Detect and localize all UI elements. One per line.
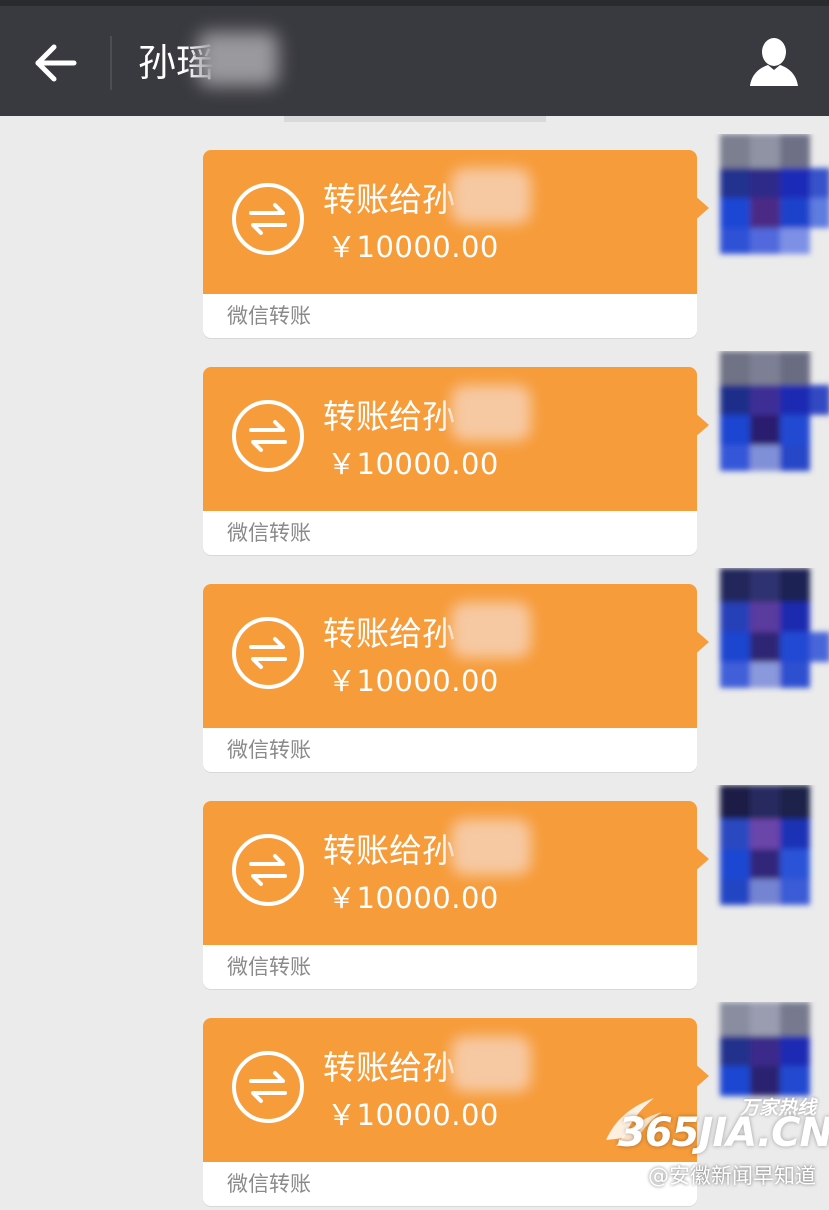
status-edge xyxy=(0,0,829,6)
message-row: 转账给孙 ￥10000.00 微信转账 xyxy=(0,134,829,342)
transfer-icon xyxy=(232,400,304,472)
weibo-icon xyxy=(618,1165,643,1185)
arrow-left-icon xyxy=(35,44,77,82)
chat-info-button[interactable] xyxy=(744,34,804,90)
name-redaction xyxy=(451,602,531,658)
message-row: 转账给孙 ￥10000.00 微信转账 xyxy=(0,351,829,559)
message-row: 转账给孙 ￥10000.00 微信转账 xyxy=(0,785,829,993)
scroll-indicator xyxy=(284,116,546,122)
transfer-title: 转账给孙 xyxy=(323,1048,455,1087)
name-redaction xyxy=(451,1036,531,1092)
avatar[interactable] xyxy=(706,785,829,911)
transfer-card[interactable]: 转账给孙 ￥10000.00 微信转账 xyxy=(203,801,697,989)
transfer-footer-label: 微信转账 xyxy=(227,304,311,328)
avatar[interactable] xyxy=(706,351,829,477)
transfer-footer-label: 微信转账 xyxy=(227,1172,311,1196)
title-bar: 孙瑶 xyxy=(0,0,829,116)
transfer-card[interactable]: 转账给孙 ￥10000.00 微信转账 xyxy=(203,150,697,338)
name-redaction xyxy=(451,168,531,224)
name-redaction xyxy=(451,819,531,875)
transfer-card-header: 转账给孙 ￥10000.00 xyxy=(203,584,697,728)
avatar[interactable] xyxy=(706,568,829,694)
transfer-footer-label: 微信转账 xyxy=(227,738,311,762)
transfer-title: 转账给孙 xyxy=(323,397,455,436)
title-divider xyxy=(110,36,112,90)
transfer-card-header: 转账给孙 ￥10000.00 xyxy=(203,367,697,511)
transfer-card[interactable]: 转账给孙 ￥10000.00 微信转账 xyxy=(203,367,697,555)
transfer-amount: ￥10000.00 xyxy=(327,664,499,698)
transfer-card-header: 转账给孙 ￥10000.00 xyxy=(203,150,697,294)
watermark-weibo-handle: @安徽新闻早知道 xyxy=(648,1164,816,1188)
avatar[interactable] xyxy=(706,134,829,260)
back-button[interactable] xyxy=(28,38,84,88)
transfer-title: 转账给孙 xyxy=(323,831,455,870)
transfer-amount: ￥10000.00 xyxy=(327,1098,499,1132)
transfer-icon xyxy=(232,183,304,255)
transfer-card-header: 转账给孙 ￥10000.00 xyxy=(203,801,697,945)
transfer-icon xyxy=(232,617,304,689)
transfer-amount: ￥10000.00 xyxy=(327,881,499,915)
transfer-icon xyxy=(232,834,304,906)
transfer-amount: ￥10000.00 xyxy=(327,230,499,264)
person-icon xyxy=(750,38,798,86)
watermark-site: 365JIA.CN xyxy=(618,1110,829,1156)
transfer-amount: ￥10000.00 xyxy=(327,447,499,481)
transfer-card[interactable]: 转账给孙 ￥10000.00 微信转账 xyxy=(203,584,697,772)
transfer-title: 转账给孙 xyxy=(323,180,455,219)
transfer-footer-label: 微信转账 xyxy=(227,521,311,545)
transfer-icon xyxy=(232,1051,304,1123)
message-row: 转账给孙 ￥10000.00 微信转账 xyxy=(0,568,829,776)
title-redaction xyxy=(198,32,278,86)
name-redaction xyxy=(451,385,531,441)
transfer-title: 转账给孙 xyxy=(323,614,455,653)
transfer-footer-label: 微信转账 xyxy=(227,955,311,979)
